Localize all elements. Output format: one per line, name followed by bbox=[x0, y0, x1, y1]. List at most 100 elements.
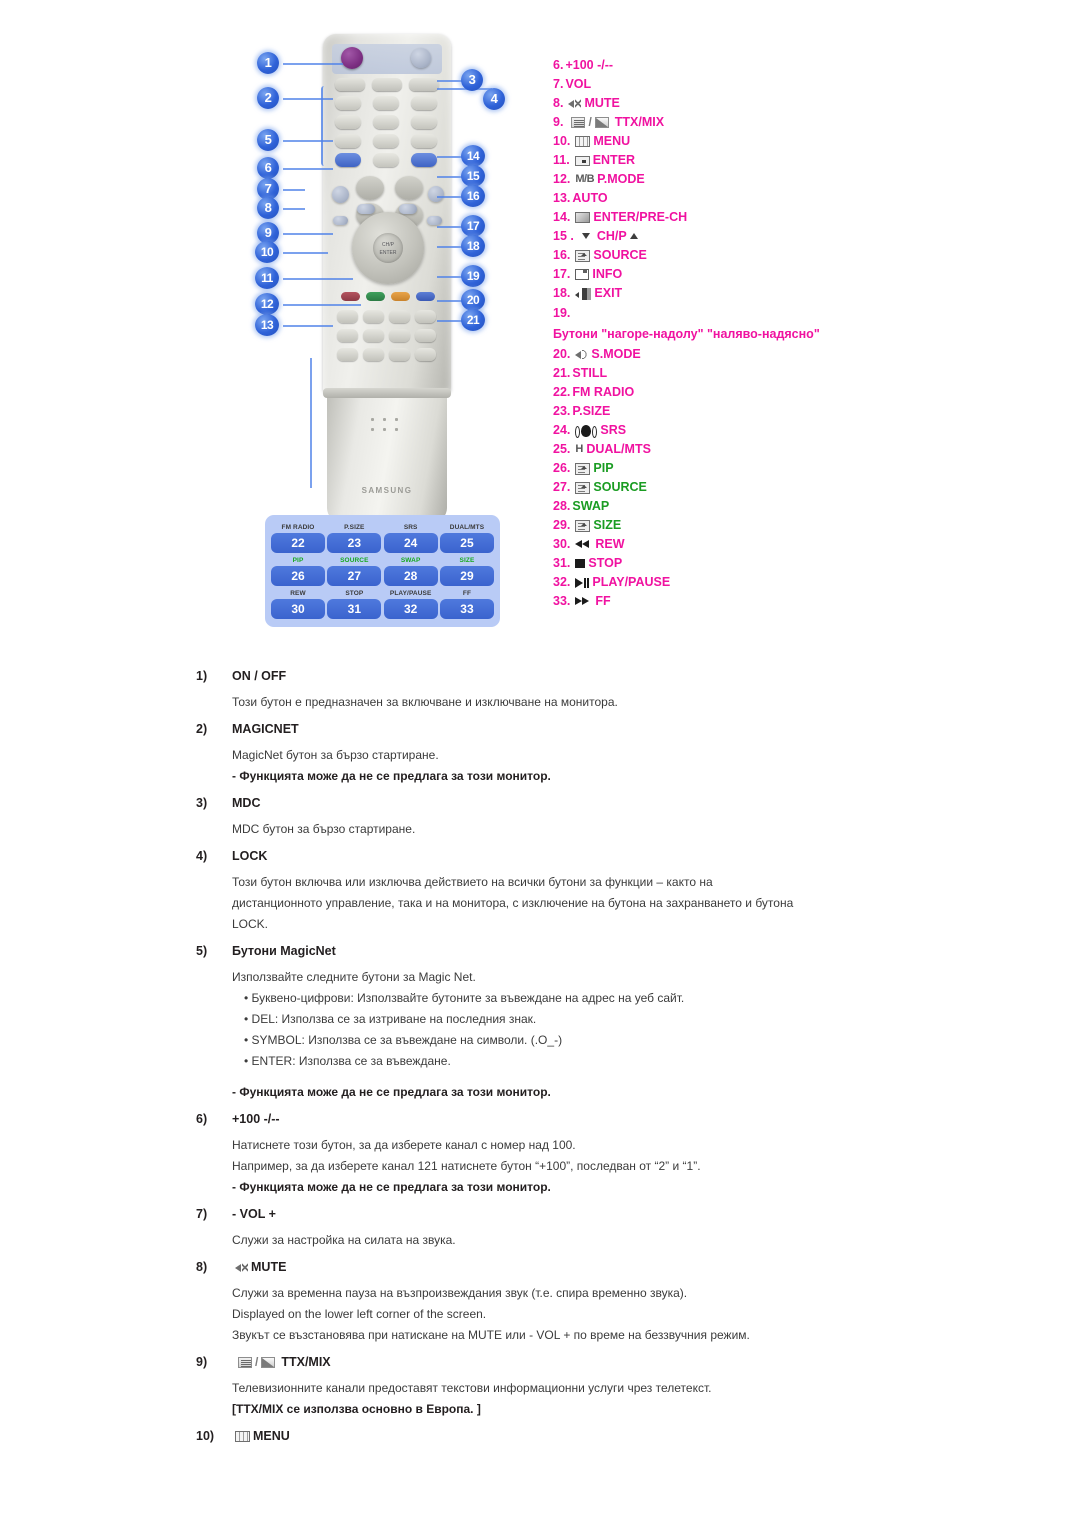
legend-item-number: 11. bbox=[553, 153, 570, 167]
media-key-dual-mts bbox=[415, 310, 436, 323]
callout-20: 20 bbox=[461, 289, 485, 311]
legend-item-20: 20. S.MODE bbox=[553, 345, 893, 364]
media-grid-cell: PIP 26 bbox=[271, 556, 325, 586]
media-grid-caption: FM RADIO bbox=[281, 524, 315, 531]
callout-14: 14 bbox=[461, 145, 485, 167]
section-paragraph: Този бутон включва или изключва действие… bbox=[232, 875, 713, 889]
pip-icon bbox=[575, 462, 591, 475]
legend-item-label: REW bbox=[595, 537, 625, 551]
media-grid-number: 28 bbox=[383, 566, 438, 586]
section-title: Бутони MagicNet bbox=[232, 944, 336, 958]
section-paragraph: [TTX/MIX се използва основно в Европа. ] bbox=[232, 1402, 481, 1416]
section-title-wrap: / TTX/MIX bbox=[232, 1355, 331, 1369]
mute-button bbox=[332, 186, 349, 203]
legend-item-label: VOL bbox=[565, 77, 592, 91]
section-title-wrap: ON / OFF bbox=[232, 669, 286, 683]
section-title: MUTE bbox=[251, 1260, 287, 1274]
legend-item-6: 6. +100 -/-- bbox=[553, 56, 893, 75]
section-title-wrap: - VOL + bbox=[232, 1207, 276, 1221]
section-paragraph: - Функцията може да не се предлага за то… bbox=[232, 769, 551, 783]
legend-item-21: 21. STILL bbox=[553, 364, 893, 383]
section-title-wrap: MENU bbox=[232, 1429, 290, 1443]
legend-item-label: SOURCE bbox=[593, 248, 647, 262]
section-index: 8) bbox=[196, 1260, 208, 1274]
legend-item-label: MUTE bbox=[584, 96, 620, 110]
mute-icon bbox=[235, 1261, 248, 1273]
section-paragraph: Служи за временна пауза на възпроизвежда… bbox=[232, 1286, 688, 1300]
legend-item-24: 24. SRS bbox=[553, 421, 893, 440]
legend-item-number: 28. bbox=[553, 499, 571, 513]
callout-1: 1 bbox=[257, 52, 279, 74]
callout-18: 18 bbox=[461, 235, 485, 257]
section-paragraph: Телевизионните канали предоставят тексто… bbox=[232, 1381, 712, 1395]
callout-5: 5 bbox=[257, 129, 279, 151]
section-paragraph: дистанционното управление, така и на мон… bbox=[232, 896, 794, 910]
legend-item-label: DUAL/MTS bbox=[586, 442, 651, 456]
legend-item-23: 23. P.SIZE bbox=[553, 402, 893, 421]
keypad-brace bbox=[321, 86, 429, 166]
section-paragraph: Натиснете този бутон, за да изберете кан… bbox=[232, 1138, 576, 1152]
section-paragraph: • ENTER: Използва се за въвеждане. bbox=[244, 1054, 451, 1068]
section-paragraph: Displayed on the lower left corner of th… bbox=[232, 1307, 487, 1321]
slash-separator: / bbox=[255, 1355, 259, 1369]
section-paragraph: MagicNet бутон за бързо стартиране. bbox=[232, 748, 439, 762]
media-grid-cell: SIZE 29 bbox=[439, 556, 494, 586]
legend-item-label: P.SIZE bbox=[572, 404, 611, 418]
legend-item-30: 30. REW bbox=[553, 535, 893, 554]
legend-item-26: 26. PIP bbox=[553, 459, 893, 478]
legend-item-11: 11. ENTER bbox=[553, 151, 893, 170]
play-pause-icon bbox=[575, 577, 590, 588]
mute-icon bbox=[568, 98, 582, 109]
ttx-icon bbox=[571, 117, 586, 129]
media-grid-caption: STOP bbox=[345, 590, 364, 597]
remote-control-diagram: CH/P ENTER SAMSUNG 1 2 5 6 7 8 9 10 11 1… bbox=[0, 0, 1080, 650]
media-grid-row: REW 30 STOP 31 PLAY/PAUSE 32 FF 33 bbox=[271, 589, 494, 619]
media-grid-cell: DUAL/MTS 25 bbox=[439, 523, 494, 553]
legend-item-number: 30. bbox=[553, 537, 571, 551]
description-section: 10) MENU bbox=[0, 1420, 1080, 1452]
section-paragraph: Служи за настройка на силата на звука. bbox=[232, 1233, 456, 1247]
section-title-wrap: MUTE bbox=[232, 1260, 286, 1274]
dpad-enter-button: CH/P ENTER bbox=[373, 233, 403, 263]
media-grid-cell: SWAP 28 bbox=[383, 556, 438, 586]
media-key-fm-radio bbox=[337, 310, 358, 323]
section-heading: 7) - VOL + bbox=[0, 1198, 1080, 1230]
section-paragraph: - Функцията може да не се предлага за то… bbox=[232, 1180, 551, 1194]
leader-line-vertical bbox=[310, 358, 312, 488]
description-section: 9) / TTX/MIX Телевизионните канали предоста… bbox=[0, 1346, 1080, 1420]
section-title: MENU bbox=[253, 1429, 290, 1443]
leader-line bbox=[283, 304, 361, 306]
legend-item-number: 8. bbox=[553, 96, 564, 110]
media-grid-number: 27 bbox=[327, 566, 382, 586]
media-grid-cell: REW 30 bbox=[271, 589, 325, 619]
legend-item-label: PLAY/PAUSE bbox=[592, 575, 671, 589]
section-heading: 4) LOCK bbox=[0, 840, 1080, 872]
legend-item-number: 32. bbox=[553, 575, 571, 589]
description-section: 2) MAGICNET MagicNet бутон за бързо старти… bbox=[0, 713, 1080, 787]
legend-item-label: SWAP bbox=[572, 499, 610, 513]
legend-item-number: 14. bbox=[553, 210, 571, 224]
color-button-orange bbox=[391, 292, 410, 301]
button-descriptions: 1) ON / OFF Този бутон е предназначен за в… bbox=[0, 660, 1080, 1452]
legend-item-number: 21. bbox=[553, 366, 571, 380]
legend-item-number: 10. bbox=[553, 134, 571, 148]
legend-item-27: 27. SOURCE bbox=[553, 478, 893, 497]
legend-item-number: 27. bbox=[553, 480, 571, 494]
menu-icon bbox=[235, 1430, 250, 1442]
description-section: 5) Бутони MagicNet Използвайте следните бу… bbox=[0, 935, 1080, 1103]
legend-item-number: 12. bbox=[553, 172, 571, 186]
media-grid-number: 25 bbox=[439, 533, 494, 553]
legend-item-label: S.MODE bbox=[591, 347, 641, 361]
media-grid-caption: SRS bbox=[403, 524, 418, 531]
p-mode-button bbox=[333, 216, 348, 225]
legend-item-number: 29. bbox=[553, 518, 571, 532]
ch-up-button bbox=[395, 176, 423, 200]
legend-item-label: EXIT bbox=[594, 286, 623, 300]
section-heading: 5) Бутони MagicNet bbox=[0, 935, 1080, 967]
exit-icon bbox=[575, 287, 592, 300]
legend-item-number: 19. bbox=[553, 306, 571, 320]
media-grid-cell: FM RADIO 22 bbox=[271, 523, 325, 553]
source-button bbox=[428, 186, 444, 202]
section-title: MAGICNET bbox=[232, 722, 299, 736]
legend-item-12: 12. M/B P.MODE bbox=[553, 170, 893, 189]
